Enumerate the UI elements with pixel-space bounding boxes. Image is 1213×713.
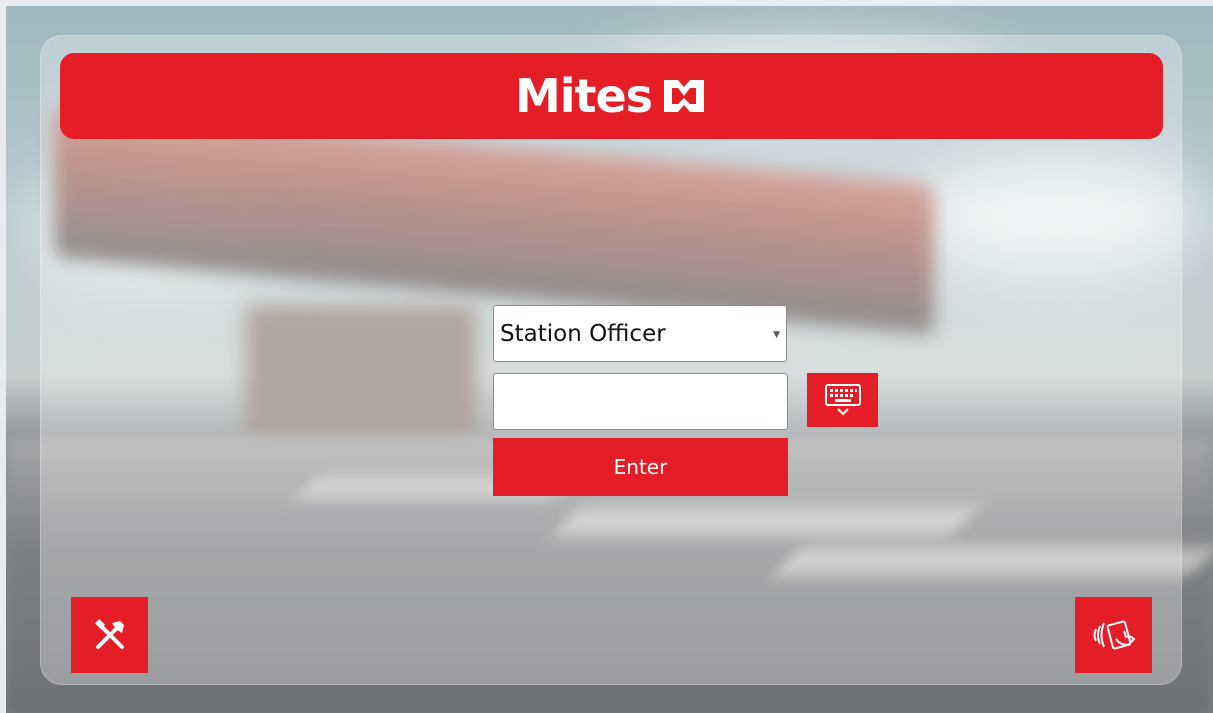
brand-name: Mites	[514, 69, 653, 123]
role-select-value: Station Officer	[500, 320, 666, 347]
brand-header: Mites	[60, 53, 1163, 139]
tools-button[interactable]	[71, 597, 148, 673]
brand-mark-icon	[664, 80, 705, 112]
password-input[interactable]	[493, 373, 788, 430]
card-reader-button[interactable]	[1075, 597, 1152, 673]
enter-button[interactable]: Enter	[493, 438, 788, 496]
tools-icon	[94, 619, 124, 649]
contactless-card-icon	[1093, 620, 1135, 650]
role-select[interactable]: Station Officer ▼	[493, 305, 787, 362]
keyboard-icon	[824, 384, 861, 416]
chevron-down-icon: ▼	[773, 330, 780, 340]
brand-logo: Mites	[515, 69, 708, 123]
enter-button-label: Enter	[613, 455, 668, 479]
keyboard-button[interactable]	[807, 373, 878, 427]
